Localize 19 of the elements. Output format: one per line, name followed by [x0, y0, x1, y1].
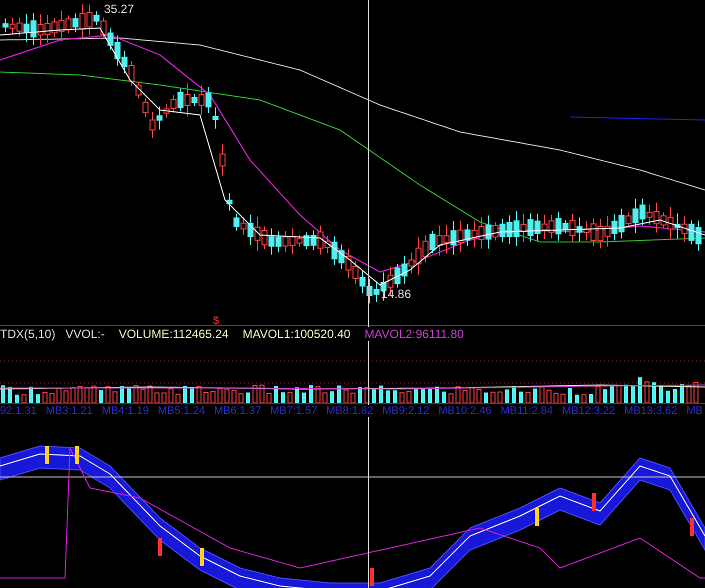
indicator-value: MB6:1.37	[214, 405, 262, 418]
indicator-value: MB9:2.12	[382, 405, 430, 418]
indicator-name: TDX(5,10)	[0, 326, 56, 341]
indicator-value: MB13:3.62	[624, 405, 678, 418]
indicator-value: MAVOL1:100520.40	[242, 326, 350, 341]
indicator-value: VOLUME:112465.24	[118, 326, 229, 341]
indicator-value: MB5:1.24	[158, 405, 205, 418]
price-label: 35.27	[104, 2, 134, 16]
indicator-name: VVOL:-	[65, 326, 105, 341]
indicator-value: MB11:2.84	[500, 405, 553, 418]
indicator-value: MB10:2.46	[438, 405, 492, 418]
indicator-value: MB12:3.22	[562, 405, 616, 418]
indicator-value: MB8:1.82	[326, 405, 374, 418]
indicator-value: MB3:1.21	[46, 405, 93, 418]
signal-marker: $	[213, 315, 220, 325]
indicator-value: MAVOL2:96111.80	[364, 326, 464, 341]
indicator-value: MB7:1.57	[270, 405, 318, 418]
indicator-value: MB4:1.19	[102, 405, 149, 418]
indicator-value: 92:1.31	[0, 405, 37, 418]
